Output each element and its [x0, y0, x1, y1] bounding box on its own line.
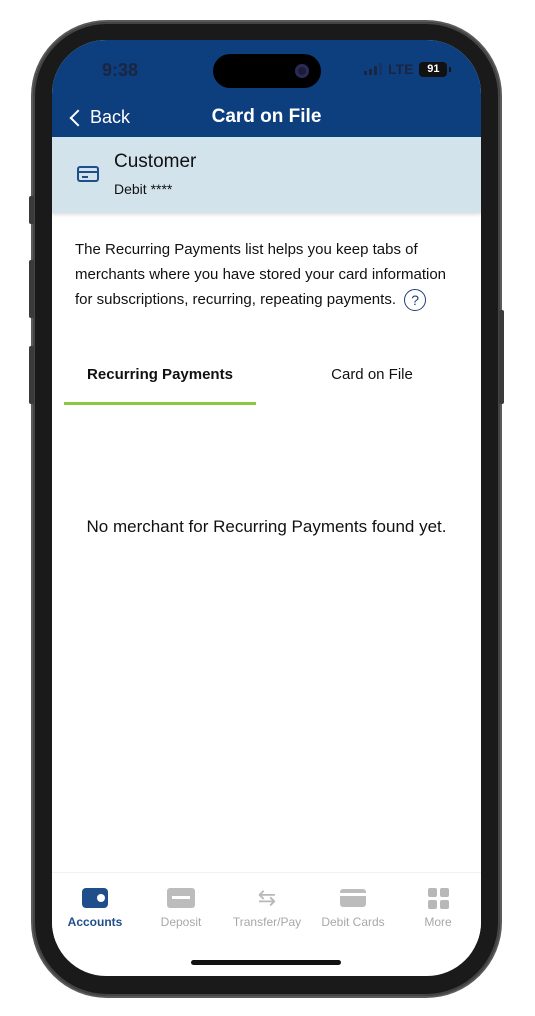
nav-label: More — [424, 915, 452, 929]
screen: 9:38 LTE 91 Back Card on File Customer D… — [52, 40, 481, 976]
account-subtitle: Debit **** — [114, 181, 173, 197]
wallet-icon — [82, 888, 108, 908]
transfer-icon: ⇆ — [257, 885, 277, 910]
active-tab-indicator — [64, 402, 256, 405]
volume-down-button — [29, 346, 34, 404]
description-text: The Recurring Payments list helps you ke… — [75, 241, 447, 308]
battery-tip — [449, 66, 452, 72]
deposit-icon — [167, 888, 195, 908]
account-summary: Customer Debit **** — [52, 137, 481, 213]
page-title: Card on File — [211, 106, 322, 127]
network-label: LTE — [388, 61, 414, 77]
nav-accounts[interactable]: Accounts — [52, 885, 138, 929]
signal-icon — [364, 63, 382, 75]
description: The Recurring Payments list helps you ke… — [75, 237, 455, 312]
card-icon — [77, 166, 99, 182]
nav-label: Transfer/Pay — [232, 915, 302, 929]
nav-deposit[interactable]: Deposit — [138, 885, 224, 929]
power-button — [499, 310, 504, 404]
account-name: Customer — [114, 151, 197, 172]
nav-transfer-pay[interactable]: ⇆ Transfer/Pay — [224, 885, 310, 929]
app-header: 9:38 LTE 91 Back Card on File — [52, 40, 481, 137]
home-indicator[interactable] — [191, 960, 341, 965]
camera-icon — [295, 64, 309, 78]
help-icon[interactable]: ? — [404, 289, 427, 312]
card-icon — [340, 889, 366, 907]
status-time: 9:38 — [102, 60, 139, 80]
empty-state-message: No merchant for Recurring Payments found… — [86, 517, 447, 536]
nav-more[interactable]: More — [395, 885, 481, 929]
dynamic-island — [213, 54, 321, 88]
tab-recurring-payments[interactable]: Recurring Payments — [64, 366, 256, 406]
volume-up-button — [29, 260, 34, 318]
battery-icon: 91 — [419, 61, 448, 77]
silent-switch — [29, 196, 34, 224]
nav-label: Debit Cards — [321, 915, 385, 929]
bottom-nav: Accounts Deposit ⇆ Transfer/Pay Debit Ca… — [52, 872, 481, 942]
tab-card-on-file[interactable]: Card on File — [278, 366, 466, 406]
grid-icon — [427, 887, 449, 909]
status-indicators: LTE 91 — [364, 61, 452, 77]
nav-label: Accounts — [67, 915, 123, 929]
nav-label: Deposit — [160, 915, 202, 929]
nav-debit-cards[interactable]: Debit Cards — [310, 885, 396, 929]
